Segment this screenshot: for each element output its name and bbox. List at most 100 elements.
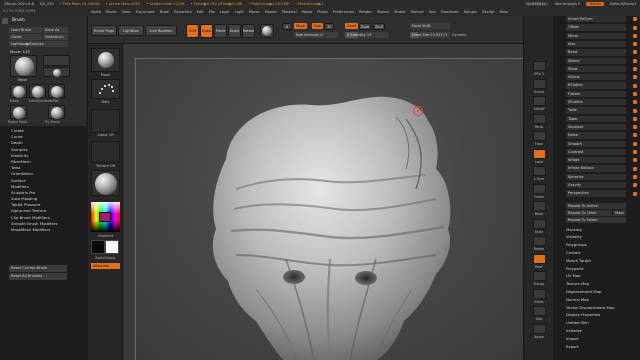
mrgb-toggle[interactable]: Mrgb xyxy=(294,23,308,29)
deformation-sflatten[interactable]: SFlatten xyxy=(566,99,626,106)
draw-button[interactable]: Draw xyxy=(200,24,213,38)
z-intensity-slider[interactable]: Z Intensity 15 xyxy=(345,32,389,38)
rgb-toggle[interactable]: Rgb xyxy=(312,23,324,29)
radial-mask-label[interactable]: Radial Mask xyxy=(8,120,27,124)
tool-subpalette-masking[interactable]: Masking xyxy=(566,227,582,232)
material-sphere-button[interactable] xyxy=(260,24,274,38)
deformation-skew[interactable]: Skew xyxy=(566,65,626,73)
menu-movie[interactable]: Movie xyxy=(302,10,313,14)
shelf-floor-button[interactable] xyxy=(533,131,546,141)
secondary-color-swatch[interactable] xyxy=(105,240,119,254)
axis-toggle-icon[interactable] xyxy=(633,174,637,179)
canvas-viewport[interactable] xyxy=(123,44,523,360)
repeat-to-active-button[interactable]: Repeat To Active xyxy=(566,202,626,209)
reset-all-brushes-button[interactable]: Reset All Brushes xyxy=(9,273,67,280)
tool-subpalette-export[interactable]: Export xyxy=(566,344,578,349)
save-as-button[interactable]: Save As xyxy=(43,27,68,33)
deformation-rflatten[interactable]: RFlatten xyxy=(566,82,626,89)
tool-subpalette-import[interactable]: Import xyxy=(566,336,579,341)
menu-texture[interactable]: Texture xyxy=(411,10,424,14)
texture-slot[interactable] xyxy=(91,141,120,163)
shelf-xpose-button[interactable] xyxy=(533,323,546,334)
axis-toggle-icon[interactable] xyxy=(633,25,637,30)
tool-subpalette-initialize[interactable]: Initialize xyxy=(566,328,582,333)
menu-help[interactable]: Help xyxy=(500,10,508,14)
shelf-frame-button[interactable] xyxy=(533,183,546,194)
menu-layer[interactable]: Layer xyxy=(220,10,230,14)
deformation-size[interactable]: Size xyxy=(566,40,626,48)
tool-subpalette-normal-map[interactable]: Normal Map xyxy=(566,297,589,302)
brush-thumb-inflat[interactable] xyxy=(48,84,65,98)
shelf-aahalf-button[interactable] xyxy=(533,96,546,106)
axis-toggle-icon[interactable] xyxy=(633,17,637,22)
deformation-gravity[interactable]: Gravity xyxy=(566,182,626,189)
gradient-label[interactable]: Gradient xyxy=(88,234,123,238)
select-icon-button[interactable]: SelectIcon xyxy=(43,34,68,40)
menu-zplugin[interactable]: Zplugin xyxy=(464,10,478,14)
reset-current-brush-button[interactable]: Reset Current Brush xyxy=(9,265,67,272)
shelf-scale-button[interactable] xyxy=(533,218,546,229)
menu-preferences[interactable]: Preferences xyxy=(333,10,354,14)
menu-brush[interactable]: Brush xyxy=(106,10,116,14)
deformation-contrast[interactable]: Contrast xyxy=(566,148,626,156)
repeat-to-folder-button[interactable]: Repeat To Folder xyxy=(566,216,626,223)
deformation-squeeze[interactable]: Squeeze xyxy=(566,123,626,131)
live-boolean-button[interactable]: Live Boolean xyxy=(145,25,177,36)
focal-shift-slider[interactable]: Focal Shift xyxy=(410,23,450,29)
shelf-solo-button[interactable] xyxy=(533,306,546,316)
switch-color-button[interactable]: SwitchColor xyxy=(88,256,123,260)
menu-draw[interactable]: Draw xyxy=(160,10,169,14)
alternate-button[interactable]: Alternate xyxy=(91,263,120,269)
deformation-perspective[interactable]: Perspective xyxy=(566,190,626,197)
a-toggle[interactable]: A xyxy=(282,23,292,30)
menu-zscript[interactable]: Zscript xyxy=(482,10,494,14)
menu-light[interactable]: Light xyxy=(235,10,244,14)
brush-thumb-alpha[interactable] xyxy=(43,55,70,66)
menu-render[interactable]: Render xyxy=(359,10,372,14)
tool-subpalette-polypaint[interactable]: Polypaint xyxy=(566,266,583,271)
menu-document[interactable]: Document xyxy=(136,10,155,14)
deformation-noise[interactable]: Noise xyxy=(566,132,626,139)
current-brush-slot[interactable] xyxy=(91,48,120,72)
deformation-taper[interactable]: Taper xyxy=(566,115,626,122)
menu-color[interactable]: Color xyxy=(122,10,131,14)
axis-toggle-icon[interactable] xyxy=(633,42,637,47)
brush-thumb-small[interactable] xyxy=(43,67,70,77)
main-color-swatch[interactable] xyxy=(91,240,105,254)
tool-subpalette-displacement-map[interactable]: Displacement Map xyxy=(566,289,601,294)
edit-button[interactable]: Edit xyxy=(186,24,199,38)
axis-toggle-icon[interactable] xyxy=(633,58,637,63)
lightbox-brushes-button[interactable]: Lightbox▶Brushes xyxy=(9,41,68,47)
rgb-intensity-slider[interactable]: Rgb Intensity 0 xyxy=(294,32,338,38)
menus-button[interactable]: Menus xyxy=(586,2,604,6)
axis-toggle-icon[interactable] xyxy=(633,191,637,196)
deformation-flatten[interactable]: Flatten xyxy=(566,90,626,98)
deformation-offset[interactable]: Offset xyxy=(566,24,626,31)
zadd-toggle[interactable]: Zadd xyxy=(345,23,359,29)
axis-toggle-icon[interactable] xyxy=(633,150,637,154)
tool-subpalette-morph-target[interactable]: Morph Target xyxy=(566,258,591,263)
axis-toggle-icon[interactable] xyxy=(633,183,637,188)
shelf-spix-3-button[interactable] xyxy=(533,61,546,71)
default-zscript[interactable]: DefaultZScript xyxy=(610,2,636,6)
axis-toggle-icon[interactable] xyxy=(633,108,637,113)
shelf-actual-button[interactable] xyxy=(533,78,546,89)
axis-toggle-icon[interactable] xyxy=(633,166,637,171)
zsub-toggle[interactable]: Zsub xyxy=(359,23,371,30)
axis-toggle-icon[interactable] xyxy=(633,158,637,163)
brush-thumb-extra[interactable] xyxy=(10,105,27,119)
deformation-smart-resym[interactable]: Smart ReSym xyxy=(566,16,626,23)
axis-toggle-icon[interactable] xyxy=(633,116,637,121)
menu-dynamics[interactable]: Dynamics xyxy=(174,10,192,14)
shelf-l-sym-button[interactable] xyxy=(533,166,546,176)
dynamic-toggle[interactable]: Dynamic xyxy=(452,33,467,37)
axis-toggle-icon[interactable] xyxy=(633,75,637,80)
shelf-transp-button[interactable] xyxy=(533,271,546,281)
menu-marker[interactable]: Marker xyxy=(265,10,277,14)
load-brush-button[interactable]: Load Brush xyxy=(9,27,42,33)
document-canvas[interactable] xyxy=(135,58,523,360)
brush-thumb-move2[interactable] xyxy=(10,84,27,98)
axis-toggle-icon[interactable] xyxy=(633,91,637,96)
deformation-twist[interactable]: Twist xyxy=(566,107,626,114)
shelf-persp-button[interactable] xyxy=(533,113,546,124)
